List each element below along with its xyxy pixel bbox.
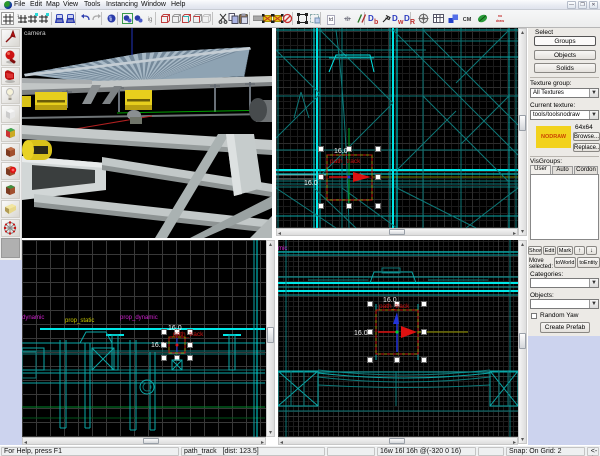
svg-text:R: R <box>410 19 415 25</box>
svg-text:1: 1 <box>17 13 20 18</box>
svg-text:camera: camera <box>24 30 46 37</box>
svg-text:16.0: 16.0 <box>304 180 318 187</box>
svg-text:w: w <box>397 19 404 25</box>
svg-text:prop_static: prop_static <box>65 318 94 324</box>
svg-text:16.0: 16.0 <box>151 342 165 349</box>
svg-text:path_track: path_track <box>330 158 361 165</box>
svg-text:path_track: path_track <box>173 331 204 338</box>
svg-text:path_track: path_track <box>379 303 410 310</box>
svg-text:b: b <box>374 19 378 25</box>
svg-text:mic: mic <box>278 246 287 252</box>
svg-text:16.0: 16.0 <box>354 330 368 337</box>
svg-text:e: e <box>109 17 112 23</box>
svg-text:dynamic: dynamic <box>22 315 44 321</box>
svg-text:16.0: 16.0 <box>334 148 348 155</box>
svg-text:prop_dynamic: prop_dynamic <box>120 315 158 321</box>
